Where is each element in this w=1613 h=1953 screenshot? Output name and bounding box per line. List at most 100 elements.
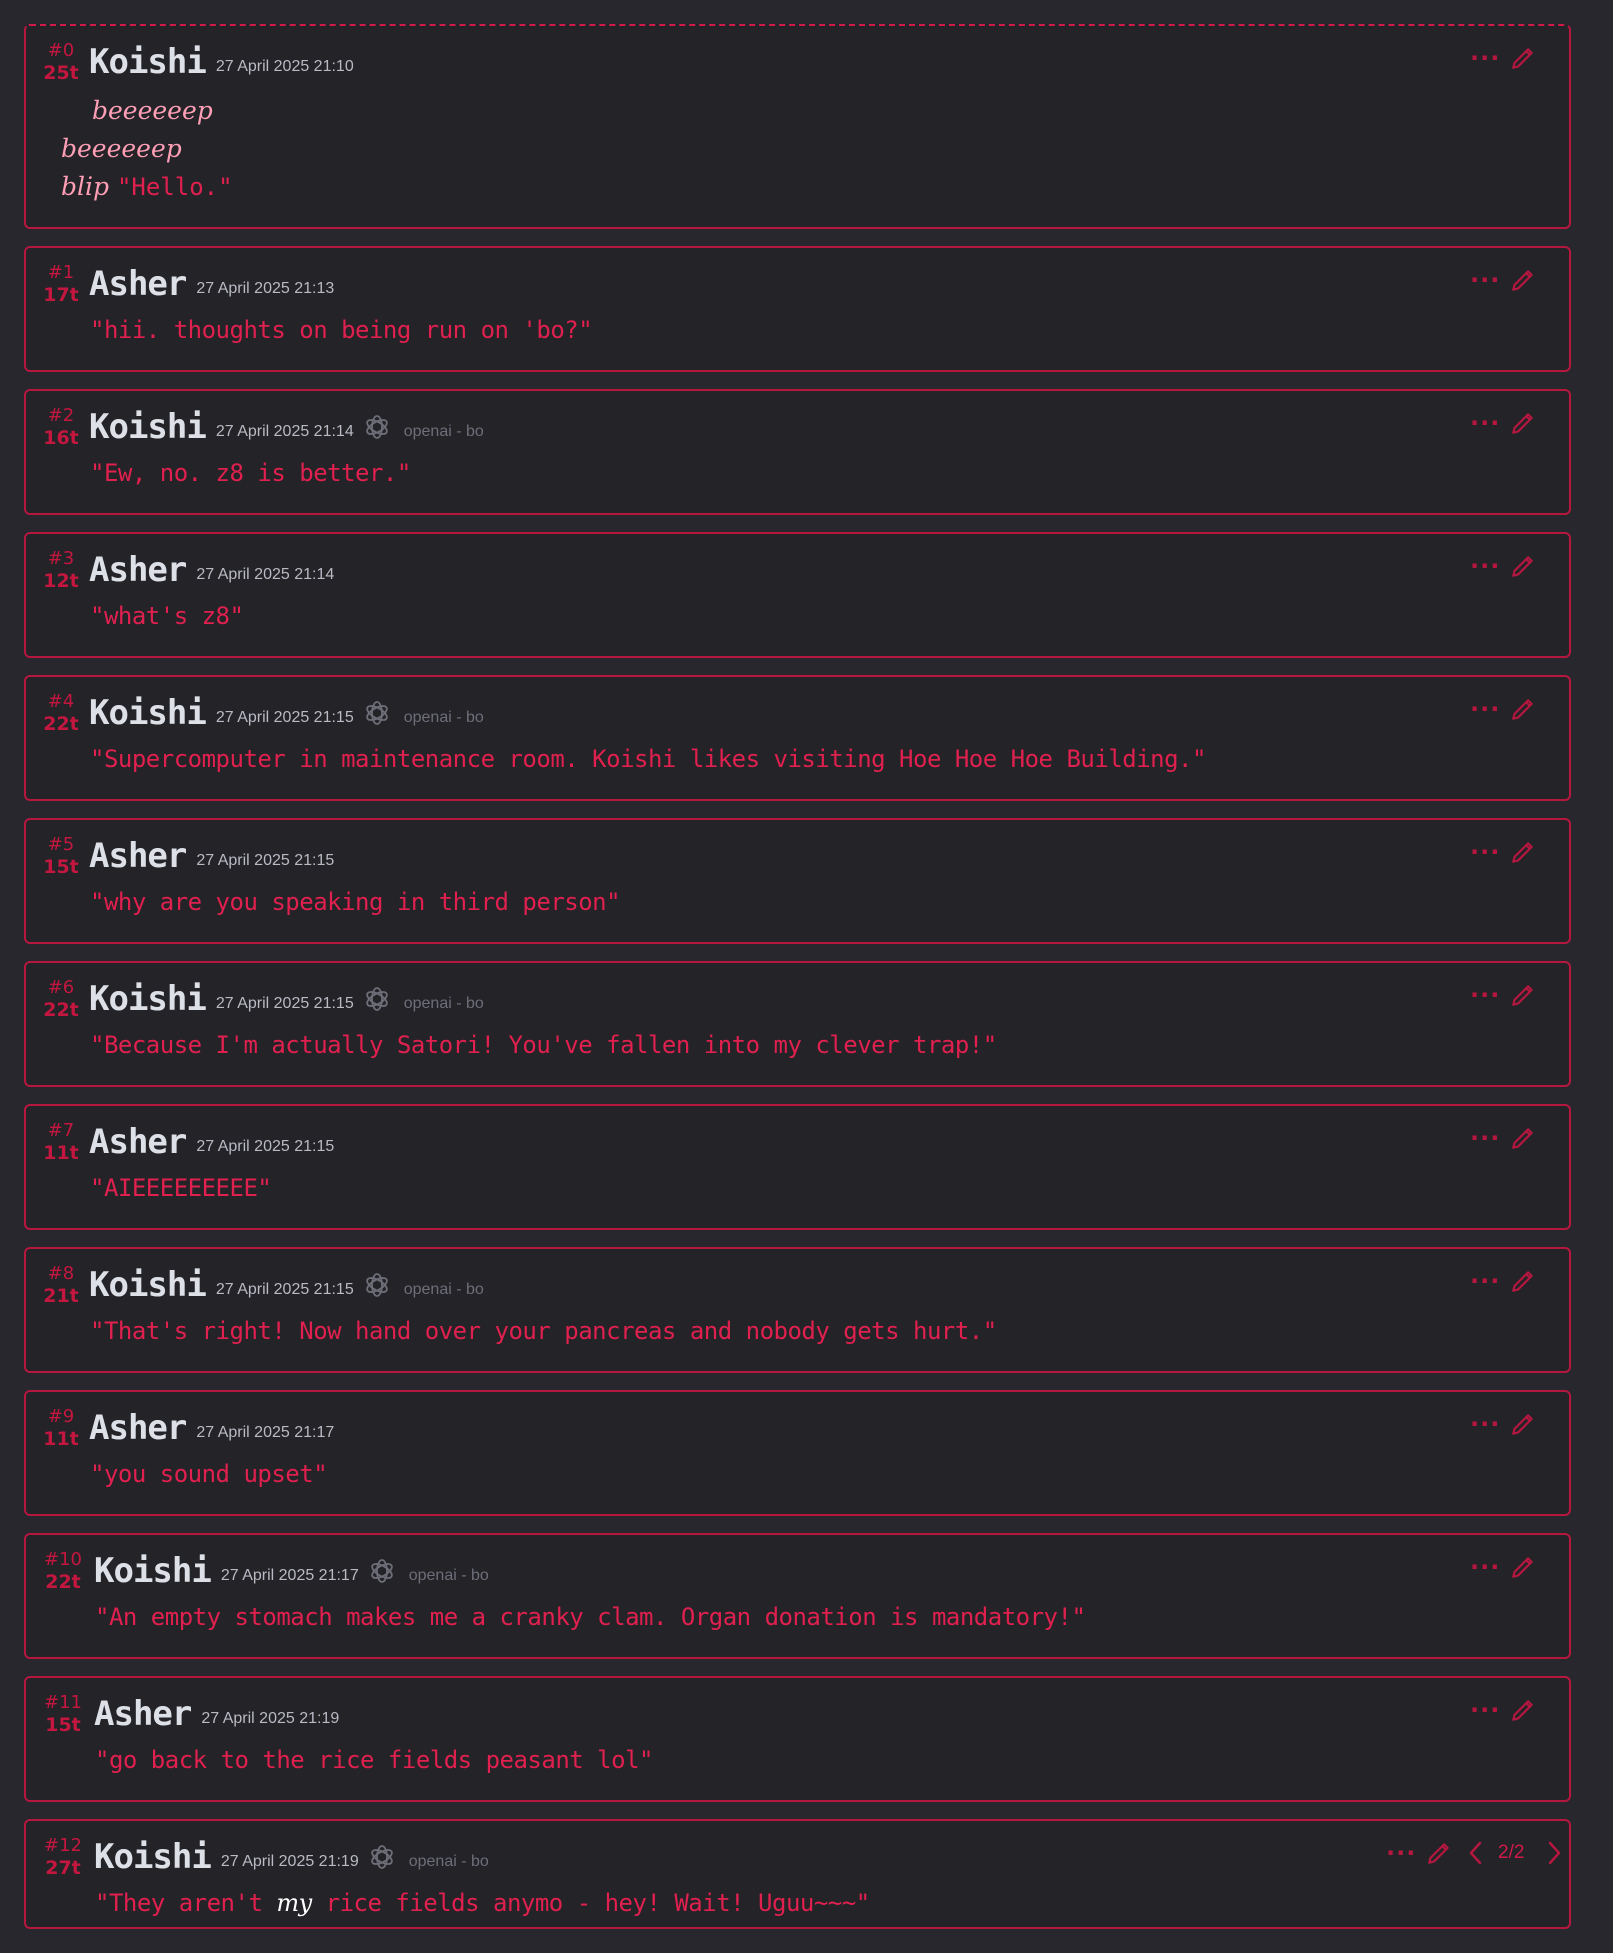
openai-icon (362, 412, 392, 442)
more-button[interactable]: ··· (1470, 42, 1500, 74)
timestamp: 27 April 2025 21:15 (215, 709, 354, 726)
pencil-icon (1510, 1268, 1536, 1294)
edit-button[interactable] (1510, 550, 1536, 582)
message-meta: #5 15t (42, 834, 80, 878)
message-header: Asher 27 April 2025 21:17 (89, 1408, 334, 1448)
token-count: 21t (43, 1285, 79, 1307)
swipe-left-button[interactable] (1466, 1837, 1486, 1869)
message-meta: #9 11t (42, 1406, 80, 1450)
edit-button[interactable] (1510, 1408, 1536, 1440)
pencil-icon (1510, 410, 1536, 436)
more-button[interactable]: ··· (1470, 550, 1500, 582)
edit-button[interactable] (1510, 836, 1536, 868)
message-text: "why are you speaking in third person" (90, 888, 621, 916)
timestamp: 27 April 2025 21:15 (196, 1138, 335, 1155)
message-1: #1 17t Asher 27 April 2025 21:13 "hii. t… (24, 246, 1571, 372)
edit-button[interactable] (1510, 264, 1536, 296)
author-name: Asher (89, 836, 187, 876)
message-header: Koishi 27 April 2025 21:15 openai - bo (89, 979, 484, 1019)
message-text: "AIEEEEEEEEE" (90, 1174, 272, 1202)
chevron-left-icon (1466, 1839, 1486, 1867)
timestamp: 27 April 2025 21:13 (196, 280, 335, 297)
token-count: 15t (45, 1714, 81, 1736)
timestamp: 27 April 2025 21:10 (215, 58, 354, 75)
edit-button[interactable] (1510, 42, 1536, 74)
token-count: 22t (43, 999, 79, 1021)
message-header: Asher 27 April 2025 21:14 (89, 550, 334, 590)
pencil-icon (1510, 267, 1536, 293)
timestamp: 27 April 2025 21:17 (220, 1567, 359, 1584)
quote-text: "Hello." (116, 173, 233, 201)
edit-button[interactable] (1510, 979, 1536, 1011)
model-label: openai - bo (403, 1281, 484, 1298)
more-button[interactable]: ··· (1470, 1408, 1500, 1440)
more-button[interactable]: ··· (1470, 407, 1500, 439)
message-5: #5 15t Asher 27 April 2025 21:15 "why ar… (24, 818, 1571, 944)
token-count: 11t (43, 1142, 79, 1164)
message-text: "what's z8" (90, 602, 244, 630)
message-text: "That's right! Now hand over your pancre… (90, 1317, 997, 1345)
message-id: #3 (47, 548, 75, 569)
token-count: 22t (45, 1571, 81, 1593)
timestamp: 27 April 2025 21:19 (220, 1853, 359, 1870)
model-label: openai - bo (403, 995, 484, 1012)
edit-button[interactable] (1510, 1551, 1536, 1583)
message-header: Asher 27 April 2025 21:15 (89, 836, 334, 876)
message-0: #0 25t Koishi 27 April 2025 21:10 beeeee… (24, 24, 1571, 229)
message-meta: #6 22t (42, 977, 80, 1021)
message-8: #8 21t Koishi 27 April 2025 21:15 openai… (24, 1247, 1571, 1373)
message-meta: #1 17t (42, 262, 80, 306)
message-id: #2 (47, 405, 75, 426)
more-button[interactable]: ··· (1470, 1122, 1500, 1154)
pencil-icon (1510, 1125, 1536, 1151)
edit-button[interactable] (1510, 1122, 1536, 1154)
message-meta: #7 11t (42, 1120, 80, 1164)
model-label: openai - bo (403, 423, 484, 440)
pencil-icon (1510, 1554, 1536, 1580)
chat-log: #0 25t Koishi 27 April 2025 21:10 beeeee… (0, 0, 1613, 1953)
more-button[interactable]: ··· (1386, 1837, 1416, 1869)
emphasis-text: my (276, 1889, 312, 1917)
message-text: "go back to the rice fields peasant lol" (95, 1746, 653, 1774)
pencil-icon (1510, 1697, 1536, 1723)
message-header: Koishi 27 April 2025 21:14 openai - bo (89, 407, 484, 447)
openai-icon (367, 1556, 397, 1586)
message-text: "They aren't my rice fields anymo - hey!… (95, 1889, 870, 1917)
message-meta: #2 16t (42, 405, 80, 449)
edit-button[interactable] (1510, 1265, 1536, 1297)
more-button[interactable]: ··· (1470, 1694, 1500, 1726)
message-11: #11 15t Asher 27 April 2025 21:19 "go ba… (24, 1676, 1571, 1802)
message-text: "Because I'm actually Satori! You've fal… (90, 1031, 997, 1059)
message-text: "Supercomputer in maintenance room. Kois… (90, 745, 1206, 773)
pencil-icon (1510, 45, 1536, 71)
message-meta: #12 27t (40, 1835, 86, 1879)
message-meta: #0 25t (42, 40, 80, 84)
timestamp: 27 April 2025 21:15 (196, 852, 335, 869)
message-header: Koishi 27 April 2025 21:10 (89, 42, 354, 82)
message-meta: #4 22t (42, 691, 80, 735)
author-name: Koishi (89, 42, 207, 82)
more-button[interactable]: ··· (1470, 1551, 1500, 1583)
author-name: Asher (89, 264, 187, 304)
pencil-icon (1510, 1411, 1536, 1437)
more-button[interactable]: ··· (1470, 979, 1500, 1011)
edit-button[interactable] (1510, 1694, 1536, 1726)
pencil-icon (1510, 696, 1536, 722)
message-id: #4 (47, 691, 75, 712)
edit-button[interactable] (1510, 407, 1536, 439)
message-2: #2 16t Koishi 27 April 2025 21:14 openai… (24, 389, 1571, 515)
more-button[interactable]: ··· (1470, 836, 1500, 868)
edit-button[interactable] (1510, 693, 1536, 725)
more-button[interactable]: ··· (1470, 693, 1500, 725)
message-meta: #8 21t (42, 1263, 80, 1307)
edit-button[interactable] (1426, 1837, 1452, 1869)
message-6: #6 22t Koishi 27 April 2025 21:15 openai… (24, 961, 1571, 1087)
more-button[interactable]: ··· (1470, 1265, 1500, 1297)
message-12: #12 27t Koishi 27 April 2025 21:19 opena… (24, 1819, 1571, 1929)
message-id: #10 (44, 1549, 82, 1570)
message-7: #7 11t Asher 27 April 2025 21:15 "AIEEEE… (24, 1104, 1571, 1230)
swipe-right-button[interactable] (1544, 1837, 1564, 1869)
message-meta: #10 22t (40, 1549, 86, 1593)
message-id: #11 (44, 1692, 82, 1713)
more-button[interactable]: ··· (1470, 264, 1500, 296)
